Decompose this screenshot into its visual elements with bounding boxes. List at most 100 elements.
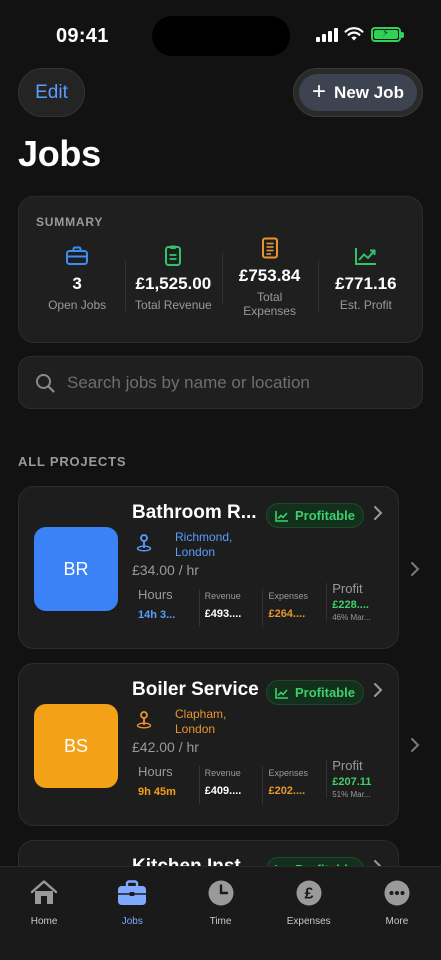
new-job-button-frame: + New Job [293, 68, 423, 117]
tab-label: Home [30, 916, 58, 927]
metric-label: Hours [138, 587, 173, 602]
metric-value: £409.... [204, 785, 242, 797]
stat-value: £771.16 [335, 274, 397, 293]
tab-home[interactable]: Home [0, 867, 88, 960]
metric-label: Profit [332, 758, 363, 773]
stat-value: 3 [72, 274, 82, 293]
location-pin-icon [136, 711, 152, 729]
status-time: 09:41 [56, 25, 109, 47]
chevron-right-icon [374, 506, 383, 520]
tab-label: Jobs [121, 916, 143, 927]
stat-label: Est. Profit [339, 298, 392, 312]
more-icon [383, 879, 411, 907]
chevron-right-icon[interactable] [410, 561, 420, 577]
signal-icon [316, 28, 338, 42]
tab-jobs[interactable]: Jobs [88, 867, 176, 960]
trend-up-icon [275, 510, 289, 522]
metric-value: £264.... [268, 608, 306, 620]
metric-label: Revenue [204, 768, 241, 778]
receipt-icon [164, 243, 182, 269]
badge-label: Profitable [295, 508, 355, 523]
metric-revenue: Revenue £409.... [198, 764, 263, 809]
job-location: Richmond, London [175, 530, 233, 559]
stat-label: Open Jobs [48, 298, 107, 312]
tab-bar: Home Jobs Time £ Expenses More [0, 866, 441, 960]
metric-expenses: Expenses £264.... [262, 587, 326, 632]
summary-card: SUMMARY 3 Open Jobs £1,525.00 Total Reve… [18, 196, 423, 343]
metric-value: £202.... [268, 785, 306, 797]
job-avatar: BR [34, 527, 118, 611]
tab-more[interactable]: More [353, 867, 441, 960]
location-pin-icon [136, 534, 152, 552]
svg-text:£: £ [304, 886, 313, 903]
metric-value: £493.... [204, 608, 242, 620]
status-badge: Profitable [266, 503, 364, 528]
job-rate: £42.00 / hr [132, 739, 199, 755]
metric-hours: Hours 9h 45m [132, 764, 199, 809]
trend-up-icon [275, 687, 289, 699]
metric-hours: Hours 14h 3... [132, 587, 199, 632]
page-title: Jobs [18, 133, 101, 174]
job-metrics: Hours 14h 3... Revenue £493.... Expenses… [132, 581, 390, 632]
dynamic-island [152, 16, 290, 56]
battery-icon: ⚡ [371, 27, 404, 42]
pound-icon: £ [295, 879, 323, 907]
new-job-label: New Job [334, 82, 404, 102]
stat-total-expenses: £753.84 Total Expenses [221, 235, 318, 331]
job-rate: £34.00 / hr [132, 562, 199, 578]
badge-label: Profitable [295, 685, 355, 700]
status-bar: 09:41 ⚡ [0, 0, 441, 64]
metric-label: Expenses [268, 768, 308, 778]
metric-profit: Profit £207.11 51% Mar... [326, 758, 390, 809]
stat-label: Total Revenue [135, 298, 212, 312]
stat-total-revenue: £1,525.00 Total Revenue [125, 243, 221, 331]
summary-label: SUMMARY [36, 215, 104, 229]
metric-value: £228.... [332, 599, 369, 611]
job-card[interactable]: BS Boiler Service Profitable Clapham, Lo… [18, 663, 399, 826]
metric-label: Revenue [204, 591, 241, 601]
metric-value: 9h 45m [138, 786, 176, 798]
tab-time[interactable]: Time [176, 867, 264, 960]
summary-stats: 3 Open Jobs £1,525.00 Total Revenue £753… [29, 237, 414, 331]
trend-up-icon [354, 243, 378, 269]
tab-label: More [385, 916, 409, 927]
job-location: Clapham, London [175, 707, 227, 736]
briefcase-icon [116, 879, 148, 907]
stat-value: £753.84 [238, 266, 301, 285]
stat-value: £1,525.00 [135, 274, 212, 293]
metric-expenses: Expenses £202.... [262, 764, 326, 809]
margin-value: 51% Mar... [332, 790, 371, 799]
job-title: Bathroom R... [132, 502, 257, 523]
metric-value: £207.11 [332, 776, 372, 788]
metric-label: Hours [138, 764, 173, 779]
job-metrics: Hours 9h 45m Revenue £409.... Expenses £… [132, 758, 390, 809]
search-input[interactable] [67, 372, 422, 393]
tab-label: Expenses [286, 916, 331, 927]
job-card[interactable]: BR Bathroom R... Profitable Richmond, Lo… [18, 486, 399, 649]
document-icon [261, 235, 279, 261]
chevron-right-icon[interactable] [410, 737, 420, 753]
tab-expenses[interactable]: £ Expenses [265, 867, 353, 960]
metric-label: Expenses [268, 591, 308, 601]
metric-profit: Profit £228.... 46% Mar... [326, 581, 390, 632]
home-icon [29, 879, 59, 907]
search-bar[interactable] [18, 356, 423, 409]
section-label: ALL PROJECTS [18, 454, 127, 469]
clock-icon [207, 879, 235, 907]
new-job-button[interactable]: + New Job [299, 74, 417, 111]
status-badge: Profitable [266, 680, 364, 705]
job-avatar: BS [34, 704, 118, 788]
margin-value: 46% Mar... [332, 613, 371, 622]
edit-button[interactable]: Edit [18, 68, 85, 117]
search-icon [36, 373, 55, 393]
stat-open-jobs: 3 Open Jobs [29, 243, 125, 331]
wifi-icon [344, 27, 364, 41]
briefcase-icon [65, 243, 89, 269]
chevron-right-icon [374, 683, 383, 697]
stat-label: Total Expenses [243, 290, 296, 318]
job-title: Boiler Service [132, 679, 259, 700]
stat-est-profit: £771.16 Est. Profit [317, 243, 414, 331]
plus-icon: + [312, 77, 327, 105]
tab-label: Time [209, 916, 232, 927]
metric-label: Profit [332, 581, 363, 596]
